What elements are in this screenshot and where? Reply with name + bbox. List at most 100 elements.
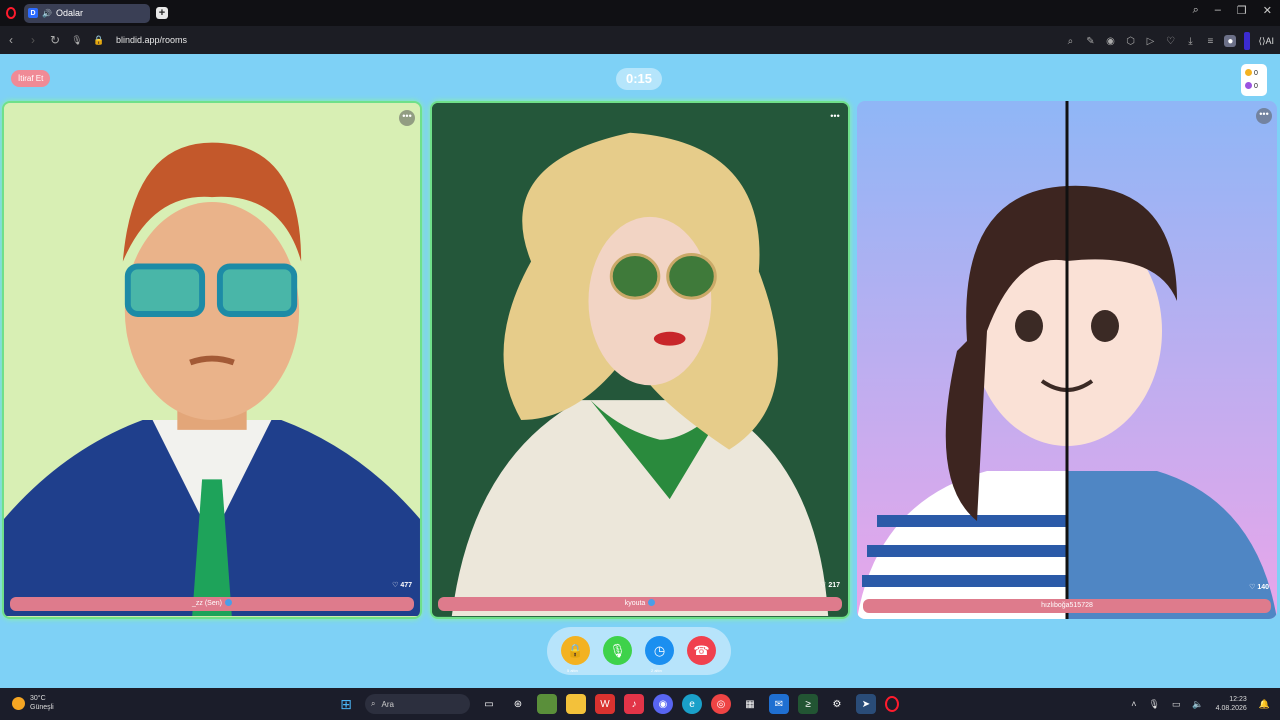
- opera-taskbar-icon[interactable]: [885, 696, 899, 712]
- participant-card[interactable]: ••• ♡ 217 kyouta: [430, 101, 850, 619]
- like-count[interactable]: ♡ 217: [820, 581, 840, 589]
- back-icon[interactable]: ‹: [0, 33, 22, 47]
- lock-icon: 🔒: [567, 642, 584, 658]
- file-explorer-icon[interactable]: [566, 694, 586, 714]
- play-icon[interactable]: ▷: [1144, 35, 1156, 47]
- camera-icon[interactable]: ◉: [1104, 35, 1116, 47]
- browser-toolbar: ⌕ ✎ ◉ ⬡ ▷ ♡ ⤓ ≡ ● ⟨⟩ AI: [1064, 32, 1274, 50]
- sidebar-indicator: [1244, 32, 1251, 50]
- discord-icon[interactable]: ◉: [653, 694, 673, 714]
- rooms-page: İtiraf Et 0:15 0 0 ••• ♡ 477 _zz (Sen) •…: [0, 54, 1280, 688]
- minecraft-icon[interactable]: [537, 694, 557, 714]
- taskbar-search[interactable]: ⌕ Ara: [365, 694, 470, 714]
- terminal-icon[interactable]: ≥: [798, 694, 818, 714]
- call-controls: 🔒 5 altın 🎙 ◷ 2 altın ☎: [547, 627, 731, 675]
- verified-icon: [224, 599, 232, 606]
- like-count-value: 217: [828, 582, 840, 589]
- card-more-button[interactable]: •••: [399, 110, 415, 126]
- clock[interactable]: 12:23 4.08.2026: [1216, 695, 1247, 713]
- steam-like-icon[interactable]: ⚙: [827, 694, 847, 714]
- task-view-icon[interactable]: ▭: [479, 694, 499, 714]
- ai-label: AI: [1265, 36, 1274, 46]
- heart-icon[interactable]: ♡: [1164, 35, 1176, 47]
- card-more-button[interactable]: •••: [827, 110, 843, 126]
- outlook-icon[interactable]: ✉: [769, 694, 789, 714]
- ai-button[interactable]: ⟨⟩ AI: [1258, 35, 1274, 47]
- lock-icon[interactable]: 🔒: [88, 35, 110, 46]
- steam-icon[interactable]: ➤: [856, 694, 876, 714]
- download-icon[interactable]: ⤓: [1184, 35, 1196, 47]
- windows-start-icon[interactable]: ⊞: [336, 694, 356, 714]
- like-count-value: 140: [1257, 584, 1269, 591]
- gold-coin-count: 0: [1254, 70, 1258, 77]
- avatar-split-couple: [857, 101, 1277, 619]
- edit-icon[interactable]: ✎: [1084, 35, 1096, 47]
- avatar-man-sunglasses: [4, 103, 420, 617]
- blindid-favicon-icon: D: [28, 8, 38, 18]
- gold-coin-row: 0: [1245, 67, 1267, 80]
- hang-up-button[interactable]: ☎: [687, 636, 716, 665]
- participant-card[interactable]: ••• ♡ 477 _zz (Sen): [2, 101, 422, 619]
- reload-icon[interactable]: ↻: [44, 33, 66, 47]
- search-placeholder: Ara: [381, 699, 394, 709]
- coin-balance[interactable]: 0 0: [1241, 64, 1267, 96]
- participant-name: _zz (Sen): [192, 600, 222, 607]
- address-bar: ‹ › ↻ 🎙 🔒 blindid.app/rooms ⌕ ✎ ◉ ⬡ ▷ ♡ …: [0, 26, 1280, 54]
- participant-card[interactable]: ••• ♡ 140 hızlıboğa515728: [857, 101, 1277, 619]
- mic-icon: 🎙: [609, 642, 626, 658]
- taskbar-apps: ⊞ ⌕ Ara ▭ ⊛ W ♪ ◉ e ◎ ▦ ✉ ≥ ⚙ ➤: [336, 694, 899, 714]
- mic-tray-icon[interactable]: 🎙: [1148, 699, 1159, 710]
- window-controls: ⌕ – ❐ ✕: [1193, 4, 1272, 17]
- purple-gem-icon: [1245, 82, 1252, 89]
- participant-name-bar: hızlıboğa515728: [863, 599, 1271, 613]
- minimize-icon[interactable]: –: [1215, 4, 1221, 17]
- report-button[interactable]: İtiraf Et: [11, 70, 51, 87]
- gold-coin-icon: [1245, 69, 1252, 76]
- store-icon[interactable]: ▦: [740, 694, 760, 714]
- edge-icon[interactable]: e: [682, 694, 702, 714]
- profile-icon[interactable]: ●: [1224, 35, 1237, 47]
- speaker-icon[interactable]: 🔊: [42, 9, 52, 18]
- like-count-value: 477: [400, 582, 412, 589]
- participant-name-bar: kyouta: [438, 597, 842, 611]
- url-field[interactable]: blindid.app/rooms: [116, 35, 187, 45]
- tab-odalar[interactable]: D 🔊 Odalar: [24, 3, 150, 23]
- weather-widget[interactable]: 30°C Güneşli: [12, 694, 54, 712]
- temperature: 30°C: [30, 695, 46, 702]
- search-tabs-icon[interactable]: ⌕: [1193, 4, 1199, 17]
- browser-title-bar: D 🔊 Odalar + ⌕ – ❐ ✕: [0, 0, 1280, 26]
- weather-text: 30°C Güneşli: [30, 694, 54, 712]
- lock-cost-label: 5 altın: [567, 668, 578, 673]
- clock-date: 4.08.2026: [1215, 705, 1247, 712]
- participant-name: kyouta: [624, 600, 646, 607]
- participant-name-bar: _zz (Sen): [10, 597, 414, 611]
- shield-icon[interactable]: ⬡: [1124, 35, 1136, 47]
- notification-icon[interactable]: 🔔: [1259, 699, 1270, 710]
- network-icon[interactable]: ▭: [1172, 699, 1181, 710]
- search-icon[interactable]: ⌕: [1064, 35, 1076, 47]
- forward-icon[interactable]: ›: [22, 33, 44, 47]
- extend-time-cost-label: 2 altın: [651, 668, 662, 673]
- tab-title: Odalar: [55, 8, 83, 18]
- purple-gem-count: 0: [1254, 83, 1258, 90]
- opera-logo-icon[interactable]: [6, 7, 16, 19]
- menu-icon[interactable]: ≡: [1204, 35, 1216, 47]
- card-more-button[interactable]: •••: [1256, 108, 1272, 124]
- like-count[interactable]: ♡ 477: [392, 581, 412, 589]
- chevron-up-icon[interactable]: ˄: [1131, 699, 1136, 709]
- like-count[interactable]: ♡ 140: [1249, 583, 1269, 591]
- volume-icon[interactable]: 🔈: [1192, 699, 1203, 710]
- chatgpt-icon[interactable]: ⊛: [508, 694, 528, 714]
- lock-button[interactable]: 🔒: [561, 636, 590, 665]
- mic-permission-icon[interactable]: 🎙: [66, 35, 88, 46]
- mic-button[interactable]: 🎙: [603, 636, 632, 665]
- clock-time: 12:23: [1229, 696, 1247, 703]
- wps-office-icon[interactable]: W: [595, 694, 615, 714]
- search-icon: ⌕: [371, 699, 376, 708]
- maximize-icon[interactable]: ❐: [1237, 4, 1247, 17]
- red-app-icon[interactable]: ♪: [624, 694, 644, 714]
- extend-time-button[interactable]: ◷: [645, 636, 674, 665]
- close-icon[interactable]: ✕: [1263, 4, 1272, 17]
- chrome-icon[interactable]: ◎: [711, 694, 731, 714]
- new-tab-button[interactable]: +: [156, 7, 168, 19]
